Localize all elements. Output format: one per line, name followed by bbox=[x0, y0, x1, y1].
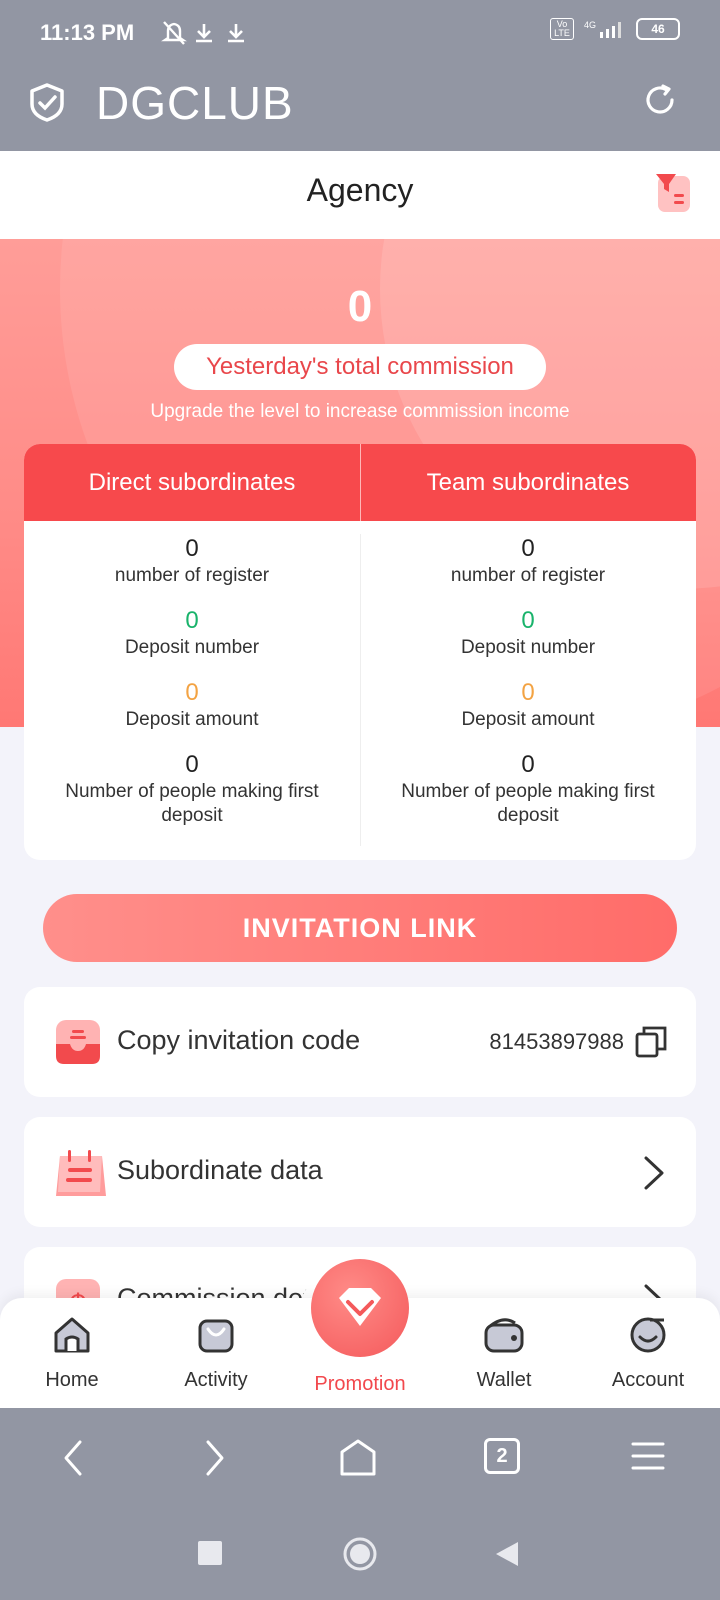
stat-first-deposit: 0 Number of people making first deposit bbox=[24, 750, 360, 826]
stat-label: Deposit number bbox=[460, 637, 596, 658]
stat-register: 0 number of register bbox=[360, 534, 696, 606]
menu-icon[interactable] bbox=[630, 1438, 666, 1479]
account-icon bbox=[588, 1315, 708, 1361]
wallet-icon bbox=[444, 1315, 564, 1361]
calendar-icon bbox=[54, 1148, 108, 1203]
notification-icons bbox=[161, 21, 244, 45]
nav-activity[interactable]: Activity bbox=[156, 1315, 276, 1392]
nav-account-label: Account bbox=[611, 1369, 685, 1391]
chevron-right-icon bbox=[638, 1155, 668, 1196]
nav-activity-label: Activity bbox=[184, 1369, 248, 1391]
stat-label: number of register bbox=[450, 565, 606, 586]
copy-icon[interactable] bbox=[634, 1025, 668, 1064]
nav-home[interactable]: Home bbox=[12, 1315, 132, 1392]
stat-label: number of register bbox=[114, 565, 270, 586]
stat-value: 0 bbox=[185, 535, 199, 562]
stat-value: 0 bbox=[521, 751, 535, 778]
stat-deposit-amount: 0 Deposit amount bbox=[24, 678, 360, 750]
stat-label: Number of people making first deposit bbox=[401, 781, 655, 826]
stat-first-deposit: 0 Number of people making first deposit bbox=[360, 750, 696, 826]
status-time: 11:13 PM bbox=[40, 20, 135, 45]
stat-label: Deposit number bbox=[124, 637, 260, 658]
nav-wallet-label: Wallet bbox=[476, 1369, 532, 1391]
invitation-code: 81453897988 bbox=[489, 1029, 624, 1054]
status-notification-icons bbox=[160, 18, 260, 53]
header-divider bbox=[360, 444, 361, 521]
stat-deposit-number: 0 Deposit number bbox=[24, 606, 360, 678]
commission-label-pill: Yesterday's total commission bbox=[174, 344, 546, 390]
page-title: Agency bbox=[306, 172, 414, 208]
battery-indicator: 46 bbox=[636, 18, 680, 40]
stat-label: Deposit amount bbox=[461, 709, 595, 730]
stat-value: 0 bbox=[185, 679, 199, 706]
copy-invitation-code-row[interactable]: Copy invitation code 81453897988 bbox=[24, 987, 696, 1097]
team-subordinates-header[interactable]: Team subordinates bbox=[360, 444, 696, 521]
reload-icon[interactable] bbox=[642, 82, 678, 123]
status-right-icons: Vo LTE 4G 46 bbox=[549, 18, 680, 40]
direct-stats-column: 0 number of register 0 Deposit number 0 … bbox=[24, 534, 360, 826]
nav-home-label: Home bbox=[45, 1369, 99, 1391]
copy-code-label: Copy invitation code bbox=[117, 1025, 361, 1055]
signal-icon: 4G bbox=[584, 20, 626, 38]
team-stats-column: 0 number of register 0 Deposit number 0 … bbox=[360, 534, 696, 826]
subordinate-data-label: Subordinate data bbox=[117, 1155, 323, 1185]
stat-value: 0 bbox=[521, 679, 535, 706]
stat-value: 0 bbox=[185, 607, 199, 634]
nav-account[interactable]: Account bbox=[588, 1315, 708, 1392]
stat-register: 0 number of register bbox=[24, 534, 360, 606]
system-back-icon[interactable] bbox=[494, 1540, 520, 1573]
home-circle-icon[interactable] bbox=[342, 1536, 378, 1577]
diamond-icon bbox=[339, 1288, 381, 1326]
recents-icon[interactable] bbox=[197, 1540, 223, 1571]
nav-promotion-button[interactable] bbox=[311, 1259, 409, 1357]
nav-promotion-label[interactable]: Promotion bbox=[290, 1373, 430, 1396]
stat-deposit-amount: 0 Deposit amount bbox=[360, 678, 696, 750]
home-icon bbox=[12, 1315, 132, 1361]
stat-value: 0 bbox=[521, 607, 535, 634]
stats-header: Direct subordinates Team subordinates bbox=[24, 444, 696, 521]
subordinates-stats-card: Direct subordinates Team subordinates 0 … bbox=[24, 444, 696, 860]
stat-label: Deposit amount bbox=[125, 709, 259, 730]
stat-value: 0 bbox=[521, 535, 535, 562]
tabs-count-icon: 2 bbox=[484, 1438, 520, 1474]
upgrade-hint: Upgrade the level to increase commission… bbox=[150, 401, 570, 422]
inbox-icon bbox=[54, 1018, 102, 1071]
shopping-bag-icon bbox=[156, 1315, 276, 1361]
stat-deposit-number: 0 Deposit number bbox=[360, 606, 696, 678]
network-type: 4G bbox=[583, 20, 596, 30]
stat-label: Number of people making first deposit bbox=[65, 781, 319, 826]
filter-icon[interactable] bbox=[652, 172, 694, 219]
back-icon[interactable] bbox=[58, 1438, 88, 1483]
commission-value: 0 bbox=[347, 282, 373, 331]
home-page-icon[interactable] bbox=[338, 1438, 378, 1483]
volte-badge: Vo LTE bbox=[549, 18, 574, 40]
nav-wallet[interactable]: Wallet bbox=[444, 1315, 564, 1392]
subordinate-data-row[interactable]: Subordinate data bbox=[24, 1117, 696, 1227]
stat-value: 0 bbox=[185, 751, 199, 778]
shield-icon bbox=[28, 82, 66, 127]
app-title: DGCLUB bbox=[96, 77, 294, 129]
direct-subordinates-header[interactable]: Direct subordinates bbox=[24, 444, 360, 521]
invitation-link-button[interactable]: INVITATION LINK bbox=[43, 894, 677, 962]
forward-icon[interactable] bbox=[200, 1438, 230, 1483]
tabs-button[interactable]: 2 bbox=[484, 1438, 520, 1474]
